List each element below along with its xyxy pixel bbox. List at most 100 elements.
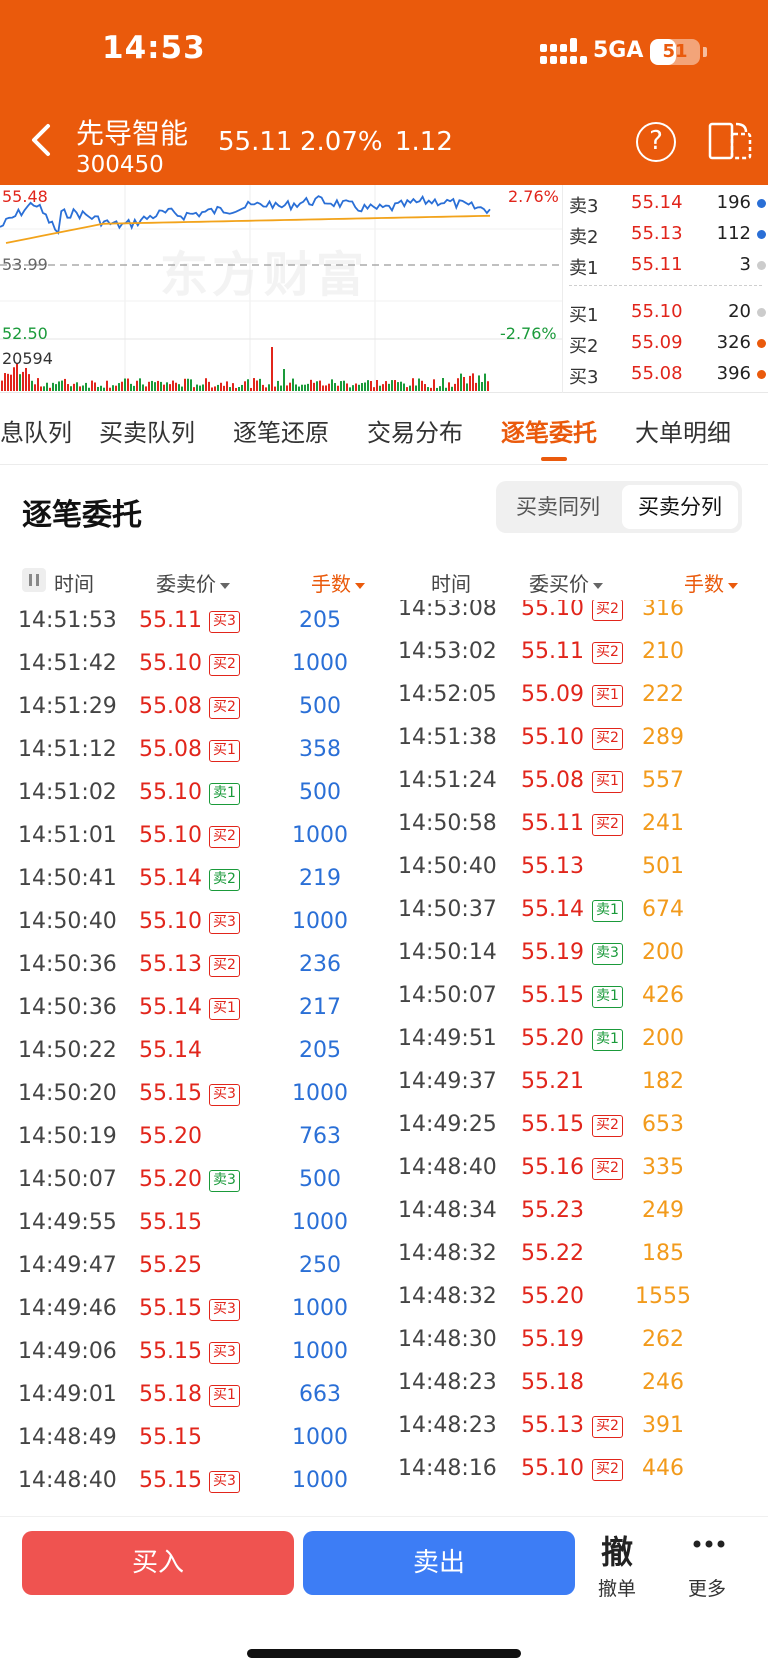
tab-trade-distribution[interactable]: 交易分布 (367, 413, 463, 448)
order-row[interactable]: 14:51:38 55.10 买2 289 (384, 717, 768, 760)
buy-order-list[interactable]: 14:53:08 55.10 买2 316 14:53:02 55.11 买2 210 14:5… (384, 600, 768, 1516)
tab-bid-ask-queue[interactable]: 买卖队列 (99, 413, 195, 448)
order-price: 55.08 (521, 768, 584, 793)
order-row[interactable]: 14:50:36 55.14 买1 217 (0, 987, 384, 1030)
order-row[interactable]: 14:48:30 55.19 262 (384, 1319, 768, 1362)
tab-queue-info[interactable]: 息队列 (0, 413, 72, 448)
order-row[interactable]: 14:48:32 55.22 185 (384, 1233, 768, 1276)
order-row[interactable]: 14:50:07 55.15 卖1 426 (384, 975, 768, 1018)
order-row[interactable]: 14:53:02 55.11 买2 210 (384, 631, 768, 674)
order-row[interactable]: 14:48:40 55.15 买3 1000 (0, 1460, 384, 1503)
tab-tick-restore[interactable]: 逐笔还原 (233, 413, 329, 448)
order-row[interactable]: 14:48:49 55.15 1000 (0, 1417, 384, 1460)
order-volume: 1555 (635, 1284, 691, 1309)
order-row[interactable]: 14:51:02 55.10 卖1 500 (0, 772, 384, 815)
seg-same-column[interactable]: 买卖同列 (500, 485, 616, 529)
buy-button[interactable]: 买入 (22, 1531, 294, 1595)
order-time: 14:51:29 (18, 694, 117, 719)
order-row[interactable]: 14:51:24 55.08 买1 557 (384, 760, 768, 803)
seg-split-column[interactable]: 买卖分列 (622, 485, 738, 529)
order-time: 14:50:40 (18, 909, 117, 934)
order-row[interactable]: 14:48:16 55.10 买2 446 (384, 1448, 768, 1491)
order-volume: 501 (642, 854, 684, 879)
order-row[interactable]: 14:49:46 55.15 买3 1000 (0, 1288, 384, 1331)
col-volume-right[interactable]: 手数 (684, 568, 738, 597)
order-row[interactable]: 14:51:29 55.08 买2 500 (0, 686, 384, 729)
order-row[interactable]: 14:51:53 55.11 买3 205 (0, 600, 384, 643)
order-row[interactable]: 14:50:14 55.19 卖3 200 (384, 932, 768, 975)
order-row[interactable]: 14:50:19 55.20 763 (0, 1116, 384, 1159)
order-row[interactable]: 14:50:22 55.14 205 (0, 1030, 384, 1073)
col-buy-price[interactable]: 委买价 (529, 568, 603, 597)
order-volume: 653 (642, 1112, 684, 1137)
order-level-tag: 买1 (209, 1385, 240, 1407)
more-button[interactable]: 更多 (688, 1574, 726, 1601)
status-time: 14:53 (102, 30, 206, 66)
sell-order-list[interactable]: 14:51:53 55.11 买3 205 14:51:42 55.10 买2 1000 14:… (0, 600, 384, 1516)
ask-row-1[interactable]: 卖1 55.11 3 (563, 250, 768, 280)
order-row[interactable]: 14:48:32 55.20 1555 (384, 1276, 768, 1319)
order-row[interactable]: 14:50:37 55.14 卖1 674 (384, 889, 768, 932)
order-row[interactable]: 14:53:08 55.10 买2 316 (384, 600, 768, 631)
bid-row-2[interactable]: 买2 55.09 326 (563, 328, 768, 358)
order-time: 14:48:16 (398, 1456, 497, 1481)
chevron-left-icon[interactable] (26, 122, 54, 158)
tab-large-orders[interactable]: 大单明细 (635, 413, 731, 448)
order-row[interactable]: 14:49:06 55.15 买3 1000 (0, 1331, 384, 1374)
order-row[interactable]: 14:49:25 55.15 买2 653 (384, 1104, 768, 1147)
order-price: 55.15 (139, 1081, 202, 1106)
sell-button[interactable]: 卖出 (303, 1531, 575, 1595)
order-row[interactable]: 14:49:01 55.18 买1 663 (0, 1374, 384, 1417)
intraday-chart[interactable]: 东方财富 55.48 53.99 52.50 2.76% -2.76% 2059… (0, 185, 768, 393)
order-row[interactable]: 14:50:36 55.13 买2 236 (0, 944, 384, 987)
order-price: 55.15 (521, 983, 584, 1008)
ask-row-2[interactable]: 卖2 55.13 112 (563, 219, 768, 249)
order-row[interactable]: 14:50:58 55.11 买2 241 (384, 803, 768, 846)
order-row[interactable]: 14:48:40 55.16 买2 335 (384, 1147, 768, 1190)
order-row[interactable]: 14:49:51 55.20 卖1 200 (384, 1018, 768, 1061)
col-sell-price[interactable]: 委卖价 (156, 568, 230, 597)
order-time: 14:50:36 (18, 952, 117, 977)
order-row[interactable]: 14:48:34 55.23 249 (384, 1190, 768, 1233)
order-row[interactable]: 14:50:40 55.10 买3 1000 (0, 901, 384, 944)
order-volume: 557 (642, 768, 684, 793)
order-row[interactable]: 14:52:05 55.09 买1 222 (384, 674, 768, 717)
order-level-tag: 卖3 (209, 1170, 240, 1192)
order-row[interactable]: 14:48:23 55.13 买2 391 (384, 1405, 768, 1448)
order-row[interactable]: 14:51:01 55.10 买2 1000 (0, 815, 384, 858)
order-price: 55.19 (521, 940, 584, 965)
order-row[interactable]: 14:48:23 55.18 246 (384, 1362, 768, 1405)
ask-row-3[interactable]: 卖3 55.14 196 (563, 188, 768, 218)
order-row[interactable]: 14:50:07 55.20 卖3 500 (0, 1159, 384, 1202)
order-volume: 500 (299, 694, 341, 719)
order-time: 14:50:36 (18, 995, 117, 1020)
order-row[interactable]: 14:50:40 55.13 501 (384, 846, 768, 889)
order-price: 55.15 (521, 1112, 584, 1137)
order-price: 55.11 (521, 639, 584, 664)
cancel-order-icon[interactable]: 撤 (601, 1527, 633, 1573)
order-row[interactable]: 14:49:55 55.15 1000 (0, 1202, 384, 1245)
order-row[interactable]: 14:50:20 55.15 买3 1000 (0, 1073, 384, 1116)
bid-row-1[interactable]: 买1 55.10 20 (563, 297, 768, 327)
order-level-tag: 买1 (209, 998, 240, 1020)
order-row[interactable]: 14:50:41 55.14 卖2 219 (0, 858, 384, 901)
order-row[interactable]: 14:49:37 55.21 182 (384, 1061, 768, 1104)
price-low-label: 52.50 (2, 324, 48, 343)
ask-label: 卖2 (569, 227, 599, 248)
order-row[interactable]: 14:49:47 55.25 250 (0, 1245, 384, 1288)
more-dots-icon[interactable] (692, 1537, 726, 1551)
tab-tick-orders[interactable]: 逐笔委托 (501, 413, 597, 448)
order-volume: 262 (642, 1327, 684, 1352)
pause-icon[interactable] (22, 568, 46, 592)
order-book: 卖3 55.14 196 卖2 55.13 112 卖1 55.11 3 买1 … (562, 185, 768, 393)
cancel-order-button[interactable]: 撤单 (598, 1574, 636, 1601)
order-volume: 1000 (292, 1339, 348, 1364)
order-time: 14:48:34 (398, 1198, 497, 1223)
col-volume-left[interactable]: 手数 (311, 568, 365, 597)
order-row[interactable]: 14:51:12 55.08 买1 358 (0, 729, 384, 772)
col-volume-right-label: 手数 (684, 572, 724, 596)
landscape-switch-icon[interactable] (708, 120, 752, 162)
question-icon[interactable]: ? (636, 122, 676, 162)
order-row[interactable]: 14:51:42 55.10 买2 1000 (0, 643, 384, 686)
bid-row-3[interactable]: 买3 55.08 396 (563, 359, 768, 389)
